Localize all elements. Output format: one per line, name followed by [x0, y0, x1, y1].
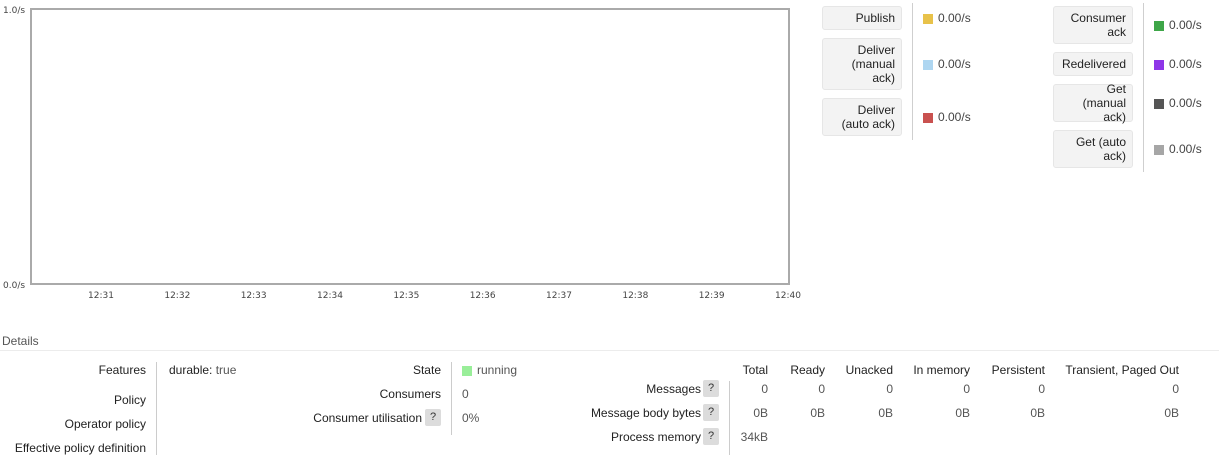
state-divider	[451, 362, 452, 435]
x-axis: 12:31 12:32 12:33 12:34 12:35 12:36 12:37 12:38…	[88, 291, 801, 301]
messages-ready: 0	[818, 382, 825, 396]
state-label: State	[412, 363, 441, 377]
legend-swatch-consumer-ack	[1154, 21, 1164, 31]
x-tick-label: 12:37	[546, 291, 572, 301]
state-indicator	[462, 366, 472, 376]
x-tick-label: 12:32	[164, 291, 190, 301]
legend-value-get-manual-ack: 0.00/s	[1169, 96, 1202, 110]
legend-label-deliver-auto-ack: Deliver (auto ack)	[822, 98, 902, 136]
messages-in-memory: 0	[963, 382, 970, 396]
features-value: durable: true	[169, 363, 236, 377]
legend-swatch-deliver-auto-ack	[923, 113, 933, 123]
body-bytes-in-memory: 0B	[955, 406, 970, 420]
operator-policy-label: Operator policy	[64, 417, 146, 431]
features-label: Features	[98, 363, 146, 377]
x-tick-label: 12:34	[317, 291, 343, 301]
message-table-divider	[729, 381, 730, 455]
body-bytes-total: 0B	[753, 406, 768, 420]
body-bytes-ready: 0B	[810, 406, 825, 420]
messages-unacked: 0	[886, 382, 893, 396]
x-tick-label: 12:35	[393, 291, 419, 301]
body-bytes-unacked: 0B	[878, 406, 893, 420]
legend-swatch-publish	[923, 14, 933, 24]
y-tick-label-max: 1.0/s	[3, 6, 25, 16]
x-tick-label: 12:39	[699, 291, 725, 301]
legend-value-deliver-manual-ack: 0.00/s	[938, 57, 971, 71]
legend-value-deliver-auto-ack: 0.00/s	[938, 110, 971, 124]
x-tick-label: 12:33	[241, 291, 267, 301]
body-bytes-persistent: 0B	[1030, 406, 1045, 420]
legend-label-publish: Publish	[822, 6, 902, 30]
messages-total: 0	[761, 382, 768, 396]
plot-area	[30, 8, 790, 285]
legend-label-deliver-manual-ack: Deliver (manual ack)	[822, 38, 902, 90]
legend-divider-left	[912, 3, 913, 140]
consumer-utilisation-value: 0%	[462, 411, 480, 425]
messages-persistent: 0	[1038, 382, 1045, 396]
body-bytes-transient-paged-out: 0B	[1164, 406, 1179, 420]
state-value: running	[477, 363, 518, 377]
legend-label-redelivered: Redelivered	[1053, 52, 1133, 76]
x-tick-label: 12:38	[622, 291, 648, 301]
x-tick-label: 12:40	[775, 291, 801, 301]
legend-value-publish: 0.00/s	[938, 11, 971, 25]
consumers-value: 0	[462, 387, 469, 401]
x-tick-label: 12:31	[88, 291, 114, 301]
messages-transient-paged-out: 0	[1172, 382, 1179, 396]
consumers-label: Consumers	[379, 387, 441, 401]
process-memory-total: 34kB	[740, 430, 768, 444]
legend-label-get-auto-ack: Get (auto ack)	[1053, 130, 1133, 168]
legend-value-get-auto-ack: 0.00/s	[1169, 142, 1202, 156]
x-tick-label: 12:36	[470, 291, 496, 301]
feature-value-durable: true	[215, 363, 237, 377]
legend-label-get-manual-ack: Get (manual ack)	[1053, 82, 1133, 124]
legend-divider-right	[1143, 3, 1144, 172]
legend-value-redelivered: 0.00/s	[1169, 57, 1202, 71]
legend-swatch-redelivered	[1154, 60, 1164, 70]
policy-label: Policy	[113, 393, 146, 407]
table-header-transient-paged-out: Transient, Paged Out	[1065, 363, 1179, 377]
messages-help-button[interactable]: ?	[703, 380, 719, 397]
legend-value-consumer-ack: 0.00/s	[1169, 18, 1202, 32]
details-divider	[0, 350, 1219, 351]
legend-swatch-deliver-manual-ack	[923, 60, 933, 70]
process-memory-label: Process memory	[610, 430, 701, 444]
table-header-total: Total	[742, 363, 768, 377]
table-header-persistent: Persistent	[991, 363, 1045, 377]
features-divider	[156, 362, 157, 455]
details-section-title[interactable]: Details	[2, 334, 39, 348]
message-body-bytes-help-button[interactable]: ?	[703, 404, 719, 421]
legend-swatch-get-manual-ack	[1154, 99, 1164, 109]
effective-policy-definition-label: Effective policy definition	[14, 441, 146, 455]
message-body-bytes-label: Message body bytes	[590, 406, 701, 420]
y-tick-label-min: 0.0/s	[3, 281, 25, 291]
table-header-in-memory: In memory	[913, 363, 970, 377]
process-memory-help-button[interactable]: ?	[703, 428, 719, 445]
messages-label: Messages	[646, 382, 701, 396]
consumer-utilisation-help-button[interactable]: ?	[425, 409, 441, 426]
consumer-utilisation-label: Consumer utilisation	[313, 411, 422, 425]
message-rates-chart: 1.0/s 0.0/s 12:31 12:32 12:33 12:34 12:35 12:…	[3, 6, 801, 301]
legend-swatch-get-auto-ack	[1154, 145, 1164, 155]
legend-label-consumer-ack: Consumer ack	[1053, 6, 1133, 44]
table-header-unacked: Unacked	[845, 363, 893, 377]
feature-key-durable: durable:	[169, 363, 213, 377]
table-header-ready: Ready	[790, 363, 825, 377]
